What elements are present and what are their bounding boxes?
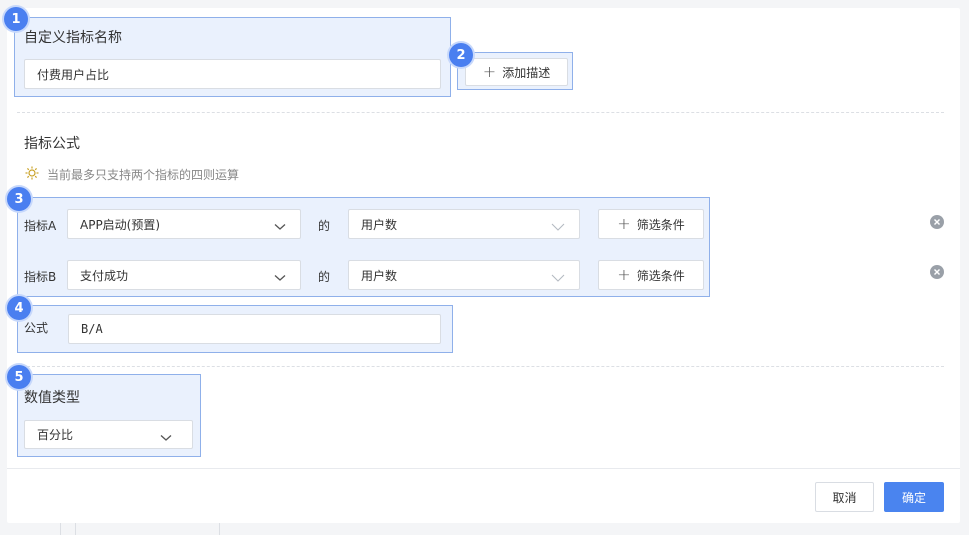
metric-name-input[interactable]: 付费用户占比: [24, 59, 441, 89]
metric-b-event-value: 支付成功: [80, 268, 129, 283]
name-label: 自定义指标名称: [24, 30, 122, 46]
value-type-label: 数值类型: [24, 390, 80, 406]
metric-b-measure-select[interactable]: 用户数: [348, 260, 580, 290]
metric-b-filter-label: 筛选条件: [636, 268, 685, 283]
annotation-badge-2: 2: [449, 43, 473, 67]
value-type-value: 百分比: [37, 428, 74, 442]
annotation-badge-1: 1: [4, 7, 28, 31]
chevron-down-icon: [274, 220, 286, 234]
chevron-down-icon: [551, 271, 565, 285]
formula-hint-text: 当前最多只支持两个指标的四则运算: [47, 168, 240, 182]
add-description-button[interactable]: + 添加描述: [465, 58, 568, 86]
background-tab-edge: [60, 523, 220, 535]
metric-b-measure-value: 用户数: [361, 268, 398, 283]
cancel-button[interactable]: 取消: [815, 482, 874, 512]
annotation-badge-4: 4: [7, 296, 31, 320]
metric-b-filter-button[interactable]: + 筛选条件: [598, 260, 704, 290]
metric-a-label: 指标A: [24, 219, 57, 233]
metric-a-measure-select[interactable]: 用户数: [348, 209, 580, 239]
metric-a-connector: 的: [318, 219, 331, 233]
metric-b-label: 指标B: [24, 270, 57, 284]
metric-a-remove-icon[interactable]: [930, 215, 944, 229]
formula-input[interactable]: B/A: [68, 314, 441, 344]
metric-a-event-value: APP启动(预置): [80, 217, 161, 232]
footer-divider: [7, 468, 960, 469]
annotation-badge-3: 3: [7, 187, 31, 211]
formula-section-title: 指标公式: [24, 136, 80, 152]
formula-label: 公式: [24, 321, 49, 335]
add-description-label: 添加描述: [502, 65, 551, 80]
plus-icon: +: [482, 62, 497, 81]
annotation-badge-5: 5: [7, 365, 31, 389]
lightbulb-icon: [25, 166, 39, 183]
metric-a-filter-label: 筛选条件: [636, 217, 685, 232]
section-divider-1: [17, 112, 944, 113]
plus-icon: +: [617, 214, 631, 233]
chevron-down-icon: [274, 271, 286, 285]
plus-icon: +: [617, 265, 631, 284]
metric-a-event-select[interactable]: APP启动(预置): [67, 209, 301, 239]
metric-a-filter-button[interactable]: + 筛选条件: [598, 209, 704, 239]
section-divider-2: [17, 366, 944, 367]
chevron-down-icon: [551, 220, 565, 234]
formula-hint: 当前最多只支持两个指标的四则运算: [25, 166, 239, 183]
metric-b-connector: 的: [318, 270, 331, 284]
confirm-button[interactable]: 确定: [884, 482, 944, 512]
metric-a-measure-value: 用户数: [361, 217, 398, 232]
chevron-down-icon: [160, 431, 172, 445]
metric-b-event-select[interactable]: 支付成功: [67, 260, 301, 290]
metric-b-remove-icon[interactable]: [930, 265, 944, 279]
value-type-select[interactable]: 百分比: [24, 420, 193, 449]
